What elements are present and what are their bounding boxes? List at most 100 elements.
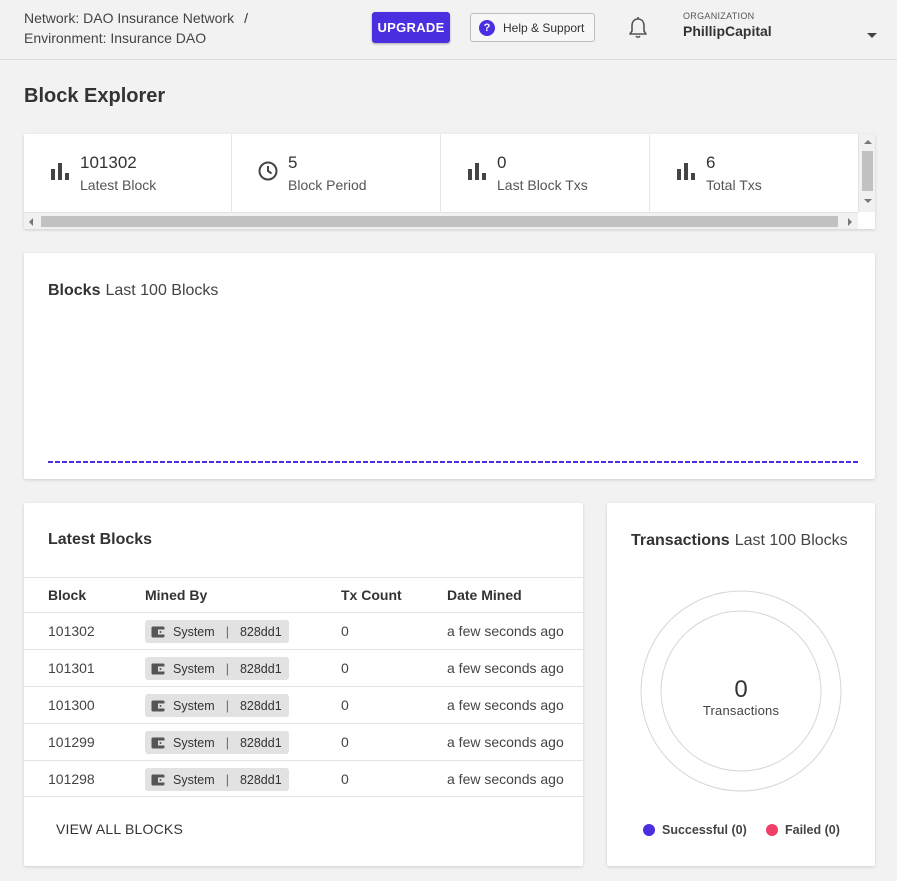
tx-count: 0 [341, 697, 349, 713]
legend-label: Successful (0) [662, 823, 747, 837]
stat-label: Block Period [288, 177, 367, 193]
environment-label[interactable]: Environment: Insurance DAO [24, 28, 248, 48]
successful-dot-icon [643, 824, 655, 836]
miner-chip[interactable]: System | 828dd1 [145, 620, 289, 643]
network-label[interactable]: Network: DAO Insurance Network [24, 10, 234, 26]
bar-chart-icon [677, 163, 695, 180]
stat-value: 6 [706, 153, 716, 172]
latest-blocks-card: Latest Blocks Block Mined By Tx Count Da… [24, 503, 583, 866]
legend-successful: Successful (0) [643, 823, 747, 837]
table-row[interactable]: 101298 System | 828dd1 0 a few seconds ago [24, 760, 583, 797]
bar-chart-icon [468, 163, 486, 180]
help-support-button[interactable]: ? Help & Support [470, 13, 595, 42]
card-subtitle: Last 100 Blocks [105, 282, 219, 299]
date-mined: a few seconds ago [447, 697, 564, 713]
wallet-icon [151, 626, 165, 637]
miner-name: System [173, 698, 215, 713]
scroll-thumb[interactable] [41, 216, 838, 227]
scroll-down-icon[interactable] [864, 199, 872, 203]
card-title: Latest Blocks [48, 531, 153, 548]
breadcrumb: Network: DAO Insurance Network / Environm… [24, 8, 248, 48]
tx-count: 0 [341, 623, 349, 639]
horizontal-scrollbar[interactable] [24, 212, 858, 229]
miner-separator: | [225, 772, 229, 787]
tx-count: 0 [341, 771, 349, 787]
wallet-icon [151, 663, 165, 674]
stat-label: Last Block Txs [497, 177, 588, 193]
miner-name: System [173, 661, 215, 676]
chevron-down-icon[interactable] [867, 33, 877, 38]
organization-label: ORGANIZATION [683, 11, 755, 21]
miner-name: System [173, 624, 215, 639]
transactions-title: Transactions Last 100 Blocks [631, 532, 848, 550]
wallet-icon [151, 737, 165, 748]
tx-count: 0 [341, 734, 349, 750]
block-number[interactable]: 101301 [48, 650, 95, 686]
miner-hash: 828dd1 [239, 772, 282, 787]
clock-icon [258, 161, 278, 181]
miner-hash: 828dd1 [239, 735, 282, 750]
tx-count: 0 [341, 660, 349, 676]
miner-chip[interactable]: System | 828dd1 [145, 657, 289, 680]
help-icon: ? [479, 19, 495, 36]
date-mined: a few seconds ago [447, 623, 564, 639]
stat-total-txs: 6 Total Txs [650, 134, 858, 212]
wallet-icon [151, 774, 165, 785]
stat-label: Total Txs [706, 177, 762, 193]
stat-value: 101302 [80, 153, 137, 172]
scroll-up-icon[interactable] [864, 140, 872, 144]
scroll-right-icon[interactable] [848, 218, 852, 226]
block-number[interactable]: 101299 [48, 724, 95, 760]
miner-hash: 828dd1 [239, 661, 282, 676]
stats-strip: 101302 Latest Block 5 Block Period 0 Las… [24, 134, 875, 229]
bar-chart-icon [51, 163, 69, 180]
blocks-chart-title: Blocks Last 100 Blocks [48, 282, 218, 300]
wallet-icon [151, 700, 165, 711]
column-header-tx-count: Tx Count [341, 587, 402, 603]
block-number[interactable]: 101298 [48, 761, 95, 797]
help-support-label: Help & Support [503, 20, 585, 35]
miner-chip[interactable]: System | 828dd1 [145, 694, 289, 717]
table-row[interactable]: 101299 System | 828dd1 0 a few seconds ago [24, 723, 583, 760]
miner-separator: | [225, 661, 229, 676]
miner-hash: 828dd1 [239, 624, 282, 639]
failed-dot-icon [766, 824, 778, 836]
top-header: Network: DAO Insurance Network / Environm… [0, 0, 897, 60]
table-header-row: Block Mined By Tx Count Date Mined [24, 577, 583, 612]
block-number[interactable]: 101302 [48, 613, 95, 649]
stat-latest-block: 101302 Latest Block [24, 134, 232, 212]
bell-icon[interactable] [627, 16, 649, 40]
block-number[interactable]: 101300 [48, 687, 95, 723]
table-row[interactable]: 101300 System | 828dd1 0 a few seconds ago [24, 686, 583, 723]
miner-separator: | [225, 624, 229, 639]
card-title: Transactions [631, 532, 730, 549]
blocks-table: Block Mined By Tx Count Date Mined 10130… [24, 577, 583, 797]
transactions-card: Transactions Last 100 Blocks 0 Transactio… [607, 503, 875, 866]
upgrade-button[interactable]: UPGRADE [372, 12, 450, 43]
vertical-scrollbar[interactable] [858, 134, 875, 212]
organization-name: PhillipCapital [683, 23, 772, 39]
card-title: Blocks [48, 282, 101, 299]
stat-block-period: 5 Block Period [232, 134, 441, 212]
stat-value: 0 [497, 153, 507, 172]
column-header-date-mined: Date Mined [447, 587, 522, 603]
miner-chip[interactable]: System | 828dd1 [145, 768, 289, 791]
scroll-thumb[interactable] [862, 151, 873, 191]
stat-value: 5 [288, 153, 298, 172]
miner-chip[interactable]: System | 828dd1 [145, 731, 289, 754]
miner-separator: | [225, 735, 229, 750]
page-title: Block Explorer [24, 85, 166, 107]
stat-last-block-txs: 0 Last Block Txs [441, 134, 650, 212]
scroll-left-icon[interactable] [29, 218, 33, 226]
column-header-block: Block [48, 587, 87, 603]
organization-selector[interactable]: ORGANIZATION PhillipCapital [683, 11, 772, 39]
table-row[interactable]: 101301 System | 828dd1 0 a few seconds ago [24, 649, 583, 686]
date-mined: a few seconds ago [447, 660, 564, 676]
date-mined: a few seconds ago [447, 734, 564, 750]
column-header-mined-by: Mined By [145, 587, 208, 603]
blocks-line-chart [48, 461, 858, 463]
view-all-blocks-button[interactable]: VIEW ALL BLOCKS [56, 821, 183, 837]
breadcrumb-separator: / [244, 10, 248, 26]
miner-separator: | [225, 698, 229, 713]
table-row[interactable]: 101302 System | 828dd1 0 a few seconds ago [24, 612, 583, 649]
